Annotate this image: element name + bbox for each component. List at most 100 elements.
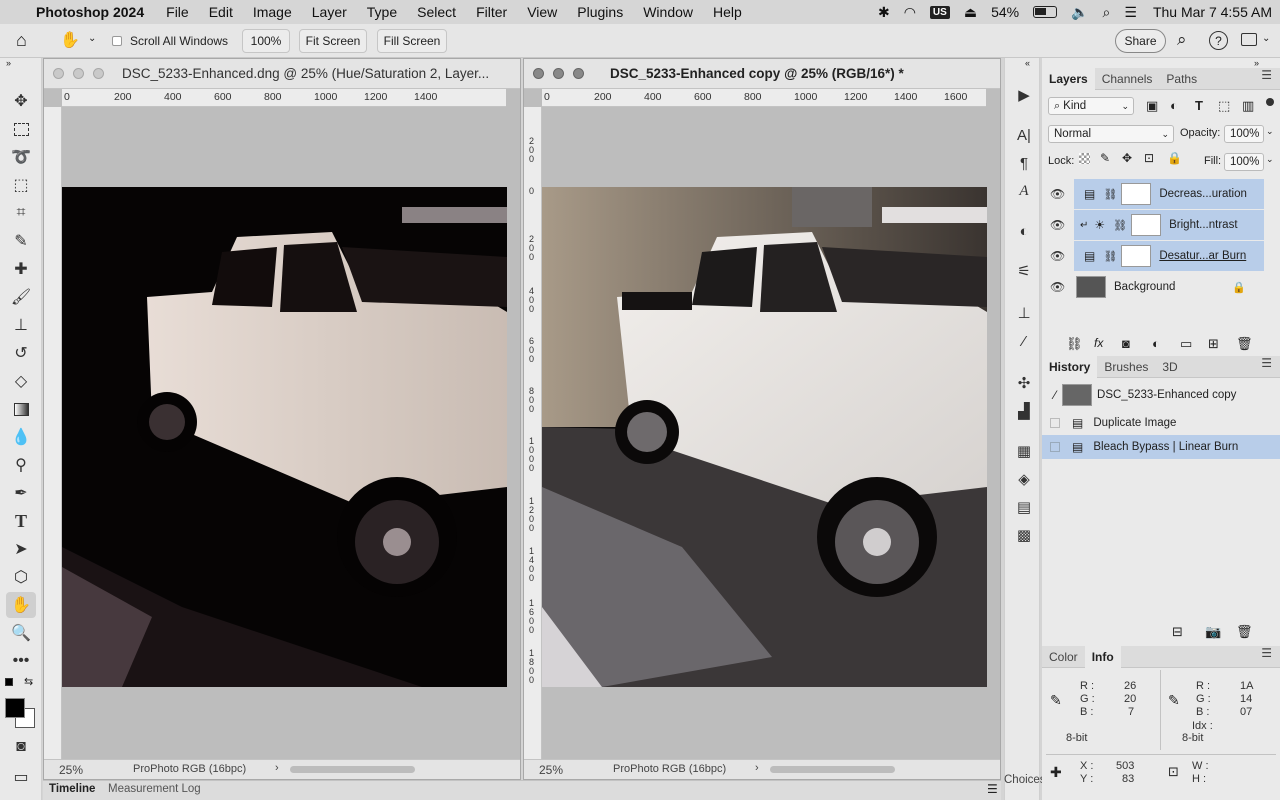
navigator-icon[interactable]: ✣: [1012, 372, 1036, 394]
collapse-arrows-icon[interactable]: «: [1025, 58, 1030, 68]
collapse-arrows-icon[interactable]: »: [1254, 58, 1259, 68]
filter-toggle-icon[interactable]: [1266, 98, 1274, 106]
history-state-checkbox[interactable]: [1050, 442, 1060, 452]
home-icon[interactable]: ⌂: [16, 30, 27, 51]
swap-colors-icon[interactable]: ⇆: [24, 675, 33, 688]
tab-brushes[interactable]: Brushes: [1097, 356, 1155, 378]
minimize-window-button[interactable]: [73, 68, 84, 79]
shape-tool-icon[interactable]: ⬡: [6, 564, 36, 590]
crop-tool-icon[interactable]: ⌗: [6, 200, 36, 226]
horizontal-scrollbar[interactable]: [770, 766, 895, 773]
document-tab[interactable]: DSC_5233-Enhanced.dng @ 25% (Hue/Saturat…: [44, 59, 520, 89]
layer-name[interactable]: Decreas...uration: [1159, 188, 1247, 200]
history-state[interactable]: ▤ Bleach Bypass | Linear Burn: [1042, 435, 1280, 459]
document-window-copy[interactable]: DSC_5233-Enhanced copy @ 25% (RGB/16*) *…: [523, 58, 1001, 780]
tab-paths[interactable]: Paths: [1159, 68, 1204, 90]
filter-type-icon[interactable]: T: [1195, 98, 1203, 113]
workspace-icon[interactable]: [1241, 33, 1257, 46]
layer-row[interactable]: ↵ ☀ ⛓ Bright...ntrast: [1074, 210, 1264, 240]
scroll-all-windows-checkbox[interactable]: [112, 36, 122, 46]
canvas-image-original[interactable]: [62, 187, 507, 687]
tab-color[interactable]: Color: [1042, 646, 1085, 668]
eraser-tool-icon[interactable]: ◇: [6, 368, 36, 394]
foreground-color-swatch[interactable]: [5, 698, 25, 718]
paragraph-icon[interactable]: ¶: [1012, 152, 1036, 174]
chevron-down-icon[interactable]: ⌄: [1266, 126, 1274, 137]
tab-info[interactable]: Info: [1084, 645, 1121, 668]
zoom-tool-icon[interactable]: 🔍: [6, 620, 36, 646]
pen-tool-icon[interactable]: ✒: [6, 480, 36, 506]
zoom-100-button[interactable]: 100%: [242, 29, 290, 53]
menu-image[interactable]: Image: [243, 4, 302, 20]
brush-tool-icon[interactable]: 🖌: [6, 284, 36, 310]
more-tools-icon[interactable]: •••: [6, 648, 36, 674]
close-window-button[interactable]: [533, 68, 544, 79]
blend-mode-select[interactable]: Normal ⌄: [1048, 125, 1174, 143]
new-layer-icon[interactable]: ⊞: [1208, 336, 1219, 352]
panel-menu-icon[interactable]: ☰: [1261, 356, 1272, 370]
layer-row[interactable]: Background 🔒: [1074, 272, 1264, 302]
path-selection-tool-icon[interactable]: ➤: [6, 536, 36, 562]
clone-source-icon[interactable]: ⊥: [1012, 302, 1036, 324]
object-selection-tool-icon[interactable]: ⬚: [6, 172, 36, 198]
new-adjustment-layer-icon[interactable]: ◐: [1152, 336, 1160, 351]
panel-menu-icon[interactable]: ☰: [1261, 646, 1272, 660]
tab-history[interactable]: History: [1042, 355, 1098, 378]
shapes-icon[interactable]: ◈: [1012, 468, 1036, 490]
menu-layer[interactable]: Layer: [302, 4, 357, 20]
horizontal-ruler[interactable]: 0 200 400 600 800 1000 1200 1400 1600: [542, 89, 986, 107]
close-window-button[interactable]: [53, 68, 64, 79]
dodge-tool-icon[interactable]: ⚲: [6, 452, 36, 478]
link-layers-icon[interactable]: ⛓: [1066, 336, 1083, 352]
visibility-eye-icon[interactable]: 👁: [1050, 187, 1065, 201]
lock-position-icon[interactable]: ✥: [1122, 151, 1132, 165]
adjustments-icon[interactable]: ◐: [1012, 220, 1036, 242]
app-name-menu[interactable]: Photoshop 2024: [28, 4, 156, 20]
new-group-icon[interactable]: ▭: [1180, 336, 1192, 352]
tab-layers[interactable]: Layers: [1042, 67, 1095, 90]
zoom-window-button[interactable]: [573, 68, 584, 79]
menu-window[interactable]: Window: [633, 4, 703, 20]
chevron-right-icon[interactable]: ›: [275, 762, 279, 774]
layer-mask-thumbnail[interactable]: [1121, 183, 1152, 205]
keyboard-layout-badge[interactable]: US: [929, 5, 950, 19]
patterns-icon[interactable]: ▩: [1012, 524, 1036, 546]
opacity-input[interactable]: 100%: [1224, 125, 1264, 143]
menu-plugins[interactable]: Plugins: [567, 4, 633, 20]
layer-filter-kind-select[interactable]: ⌕ Kind ⌄: [1048, 97, 1134, 115]
menu-select[interactable]: Select: [407, 4, 466, 20]
minimize-window-button[interactable]: [553, 68, 564, 79]
menu-type[interactable]: Type: [357, 4, 407, 20]
visibility-eye-icon[interactable]: 👁: [1050, 218, 1065, 232]
chevron-down-icon[interactable]: ⌄: [1266, 154, 1274, 165]
menu-view[interactable]: View: [517, 4, 567, 20]
tab-channels[interactable]: Channels: [1095, 68, 1160, 90]
add-mask-icon[interactable]: ◙: [1122, 336, 1130, 351]
layer-name[interactable]: Bright...ntrast: [1169, 219, 1237, 231]
lock-artboard-icon[interactable]: ⊡: [1144, 151, 1154, 165]
gradients-icon[interactable]: ▤: [1012, 496, 1036, 518]
lock-all-icon[interactable]: 🔒: [1167, 151, 1182, 165]
swatches-icon[interactable]: ▦: [1012, 440, 1036, 462]
fill-input[interactable]: 100%: [1224, 153, 1264, 171]
history-state-checkbox[interactable]: [1050, 418, 1060, 428]
character-icon[interactable]: A|: [1012, 124, 1036, 146]
chevron-right-icon[interactable]: ›: [755, 762, 759, 774]
filter-pixel-icon[interactable]: ▣: [1146, 98, 1158, 114]
chevron-down-icon[interactable]: ⌄: [1262, 33, 1270, 44]
history-brush-source-icon[interactable]: ⁄: [1054, 388, 1056, 402]
lock-transparent-icon[interactable]: [1079, 153, 1090, 164]
control-center-icon[interactable]: ☰: [1124, 4, 1137, 21]
filter-adjustment-icon[interactable]: ◐: [1170, 98, 1178, 113]
color-profile[interactable]: ProPhoto RGB (16bpc): [133, 763, 246, 775]
delete-layer-icon[interactable]: 🗑: [1236, 336, 1253, 352]
layer-row[interactable]: ▤ ⛓ Decreas...uration: [1074, 179, 1264, 209]
marquee-tool-icon[interactable]: [6, 116, 36, 142]
tab-timeline[interactable]: Timeline: [49, 783, 95, 795]
hand-tool-preset-icon[interactable]: ✋: [60, 30, 80, 50]
battery-icon[interactable]: [1033, 6, 1058, 18]
lock-image-icon[interactable]: ✎: [1100, 151, 1110, 165]
search-icon[interactable]: ⌕: [1177, 30, 1187, 50]
color-profile[interactable]: ProPhoto RGB (16bpc): [613, 763, 726, 775]
vertical-ruler[interactable]: [44, 107, 62, 759]
